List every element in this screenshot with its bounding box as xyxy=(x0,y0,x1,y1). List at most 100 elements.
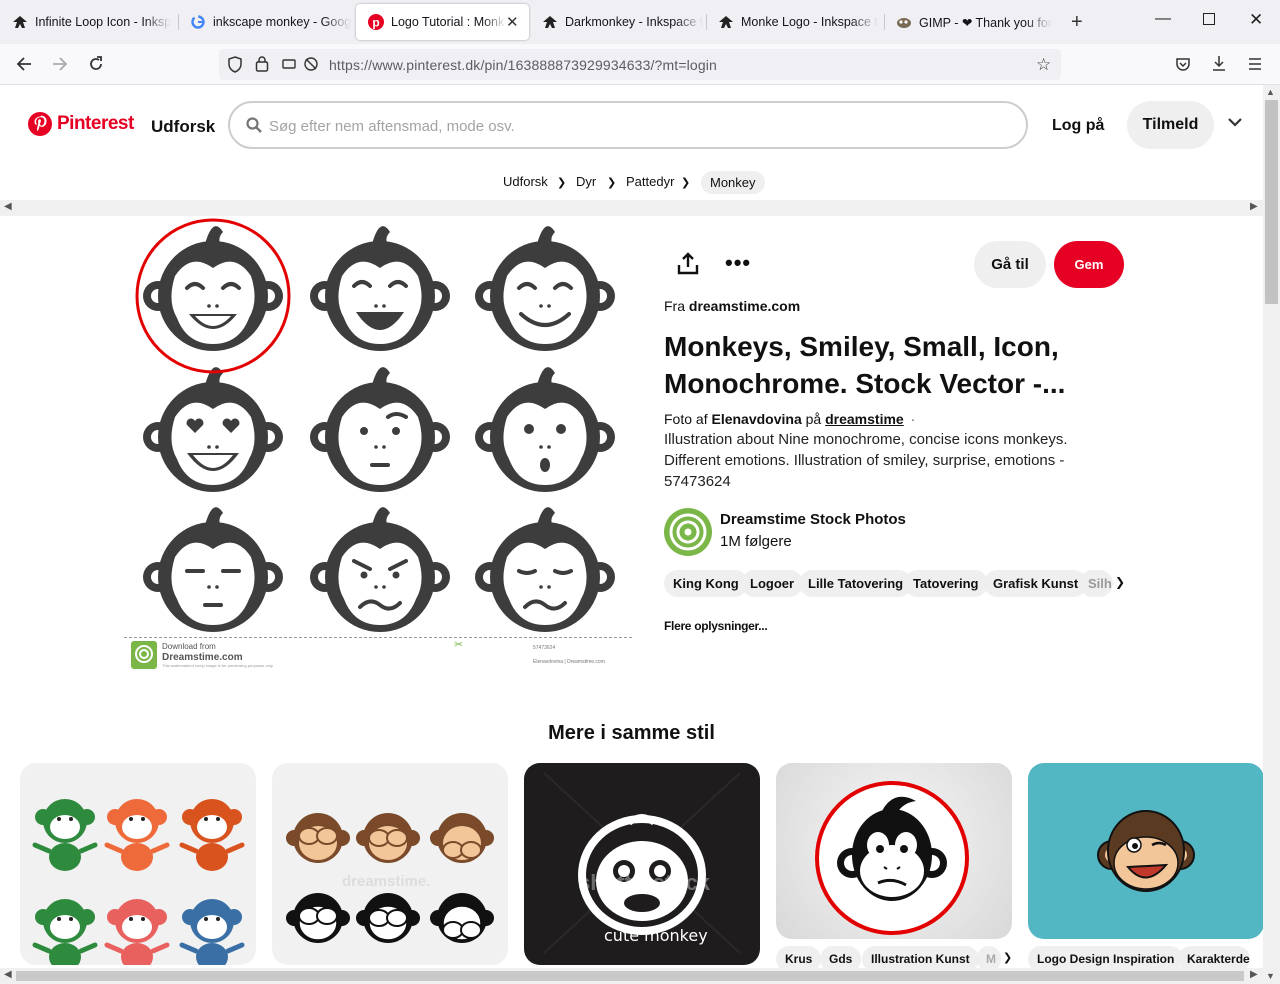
monkey-face-icon xyxy=(475,507,615,632)
tags-next-icon[interactable]: ❯ xyxy=(1003,951,1012,964)
tag-pill[interactable]: Grafisk Kunst xyxy=(984,570,1088,597)
signup-button[interactable]: Tilmeld xyxy=(1127,101,1214,149)
tab-monke-logo[interactable]: Monke Logo - Inkspace t xyxy=(706,4,884,40)
dreamstime-link[interactable]: dreamstime xyxy=(825,411,904,427)
menu-icon[interactable] xyxy=(1248,57,1262,75)
card-watermark: shutterstock xyxy=(578,870,711,895)
tag-pill[interactable]: Logoer xyxy=(741,570,804,597)
related-pin-card-3[interactable]: shutterstock cute monkey xyxy=(524,763,760,965)
tab-close-icon[interactable]: ✕ xyxy=(506,13,519,31)
pinterest-logo-icon xyxy=(28,112,52,136)
lock-icon[interactable] xyxy=(255,55,269,77)
tags-next-icon[interactable]: ❯ xyxy=(1115,575,1125,589)
share-icon[interactable] xyxy=(677,252,699,281)
gimp-icon xyxy=(896,14,912,30)
scissors-icon: ✂ xyxy=(454,639,464,651)
image-footer-download: Download from xyxy=(162,642,216,651)
pin-title: Monkeys, Smiley, Small, Icon, Monochrome… xyxy=(664,331,1066,399)
photographer-link[interactable]: Elenavdovina xyxy=(711,411,801,427)
more-info-link[interactable]: Flere oplysninger... xyxy=(664,619,768,633)
scroll-left-icon[interactable]: ◀ xyxy=(4,201,12,212)
tag-pill[interactable]: King Kong xyxy=(664,570,748,597)
monkey-figure-icon xyxy=(32,799,98,871)
creator-avatar[interactable] xyxy=(664,508,712,556)
breadcrumb-item-dyr[interactable]: Dyr xyxy=(576,174,596,189)
wise-monkey-icon xyxy=(286,893,350,943)
wise-monkey-icon xyxy=(286,813,350,863)
creator-name[interactable]: Dreamstime Stock Photos xyxy=(720,511,906,528)
breadcrumb-chevron-icon: ❯ xyxy=(557,177,567,189)
monkey-face-icon xyxy=(143,226,283,351)
pinterest-logo[interactable]: Pinterest xyxy=(28,112,134,136)
tag-pill[interactable]: Silh xyxy=(1079,570,1113,597)
pinterest-icon: p xyxy=(368,14,384,30)
permissions-icon[interactable] xyxy=(282,56,320,77)
monkey-face-icon xyxy=(143,507,283,632)
tag-pill[interactable]: Lille Tatovering xyxy=(799,570,913,597)
tab-gimp[interactable]: GIMP - ❤ Thank you for xyxy=(884,4,1060,40)
breadcrumb-item-pattedyr[interactable]: Pattedyr xyxy=(626,174,674,189)
monkey-figure-icon xyxy=(104,899,170,965)
vertical-scrollbar-thumb[interactable] xyxy=(1265,100,1278,304)
horizontal-scrollbar[interactable]: ◀ ▶ xyxy=(0,200,1263,216)
more-options-icon[interactable]: ••• xyxy=(725,252,751,274)
breadcrumb-chevron-icon: ❯ xyxy=(607,177,617,189)
save-button[interactable]: Gem xyxy=(1054,241,1124,288)
related-pin-card-2[interactable]: dreamstime. xyxy=(272,763,508,965)
shield-icon[interactable] xyxy=(227,56,243,78)
pin-image[interactable] xyxy=(124,216,632,671)
related-pin-card-5[interactable] xyxy=(1028,763,1263,939)
login-button[interactable]: Log på xyxy=(1052,117,1104,135)
card-caption: cute monkey xyxy=(604,926,708,945)
image-footer-credit: Elenavdovina | Dreamstime.com xyxy=(533,659,605,665)
monkey-figure-icon xyxy=(32,899,98,965)
back-icon[interactable] xyxy=(9,50,39,78)
monkey-icons-grid xyxy=(135,218,615,632)
inkscape-icon xyxy=(718,14,734,30)
related-pin-card-1[interactable] xyxy=(20,763,256,965)
url-text[interactable]: https://www.pinterest.dk/pin/16388887392… xyxy=(329,57,717,73)
monkey-figure-icon xyxy=(104,799,170,871)
minimize-icon[interactable]: — xyxy=(1155,10,1171,28)
scroll-right-icon[interactable]: ▶ xyxy=(1250,201,1258,212)
related-pin-card-4[interactable] xyxy=(776,763,1012,939)
breadcrumb-item-monkey[interactable]: Monkey xyxy=(701,171,765,194)
tab-darkmonkey[interactable]: Darkmonkey - Inkspace t xyxy=(530,4,706,40)
tab-google[interactable]: inkscape monkey - Goog xyxy=(178,4,354,40)
monkey-figure-icon xyxy=(179,799,245,871)
wise-monkey-icon xyxy=(356,813,420,863)
scroll-up-icon[interactable]: ▲ xyxy=(1266,87,1275,97)
wise-monkey-icon xyxy=(430,813,494,863)
tag-pill[interactable]: Tatovering xyxy=(904,570,988,597)
tab-inkscape-1[interactable]: Infinite Loop Icon - Inksp xyxy=(0,4,180,40)
source-link[interactable]: dreamstime.com xyxy=(689,298,800,314)
breadcrumb-chevron-icon: ❯ xyxy=(681,177,691,189)
forward-icon[interactable] xyxy=(45,50,75,78)
scroll-right-icon[interactable]: ▶ xyxy=(1250,969,1258,980)
reload-icon[interactable] xyxy=(81,50,111,78)
scroll-down-icon[interactable]: ▼ xyxy=(1266,971,1275,981)
chevron-down-icon[interactable] xyxy=(1228,114,1242,132)
pocket-icon[interactable] xyxy=(1175,56,1191,77)
google-icon xyxy=(190,14,206,30)
restore-icon[interactable] xyxy=(1203,13,1215,25)
svg-text:p: p xyxy=(372,16,379,30)
dreamstime-logo-icon xyxy=(131,641,157,669)
explore-link[interactable]: Udforsk xyxy=(151,117,215,137)
breadcrumb-item-udforsk[interactable]: Udforsk xyxy=(503,174,548,189)
bottom-horizontal-scrollbar[interactable]: ◀ ▶ xyxy=(0,968,1263,984)
new-tab-icon[interactable]: + xyxy=(1071,11,1083,34)
monkey-face-icon xyxy=(143,367,283,492)
downloads-icon[interactable] xyxy=(1211,55,1227,77)
search-input[interactable]: Søg efter nem aftensmad, mode osv. xyxy=(228,101,1028,149)
monkey-logo-image xyxy=(815,781,969,935)
bookmark-star-icon[interactable]: ☆ xyxy=(1036,55,1051,75)
tab-pinterest-active[interactable]: p Logo Tutorial : Monkey ✕ xyxy=(356,4,529,40)
scroll-left-icon[interactable]: ◀ xyxy=(4,969,12,980)
search-icon xyxy=(246,117,262,133)
window-close-icon[interactable]: ✕ xyxy=(1249,10,1263,30)
wise-monkey-icon xyxy=(430,893,494,943)
goto-button[interactable]: Gå til xyxy=(974,241,1046,288)
scrollbar-thumb[interactable] xyxy=(16,971,1244,981)
inkscape-icon xyxy=(542,14,558,30)
